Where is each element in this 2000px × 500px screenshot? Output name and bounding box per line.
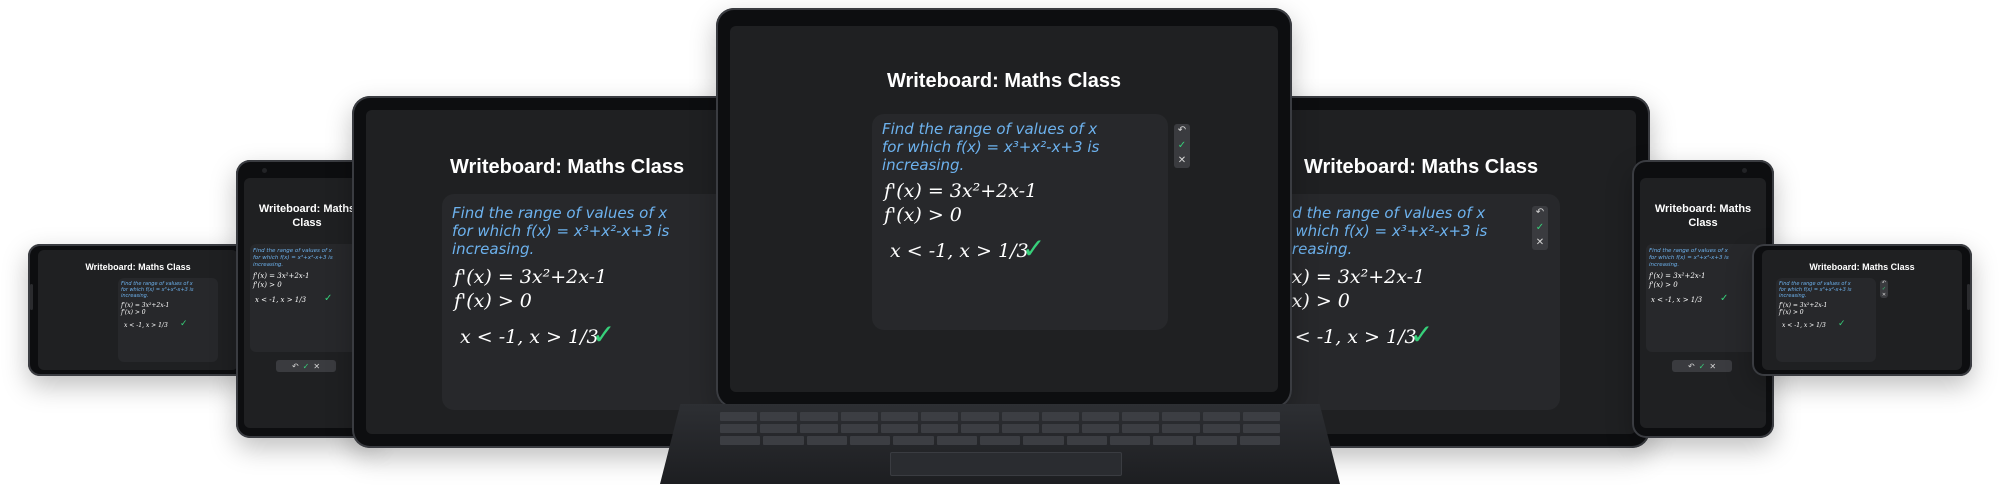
check-icon[interactable]: ✓ bbox=[1882, 286, 1886, 292]
writeboard-canvas[interactable]: Find the range of values of x for which … bbox=[118, 278, 218, 362]
correct-tick-icon: ✓ bbox=[1022, 232, 1046, 265]
working-answer: x < -1, x > 1/3 bbox=[1782, 322, 1826, 329]
writeboard-canvas[interactable]: Find the range of values of x for which … bbox=[1646, 244, 1760, 352]
board-toolbar: ↶ ✓ ✕ bbox=[1532, 206, 1548, 250]
close-icon[interactable]: ✕ bbox=[1709, 362, 1716, 371]
key-row bbox=[720, 424, 1281, 433]
board-toolbar: ↶ ✓ ✕ bbox=[1880, 280, 1888, 298]
question-line-2: for which f(x) = x³+x²-x+3 is bbox=[1649, 255, 1729, 261]
tablet-right: Writeboard: Maths Class Find the range o… bbox=[1266, 96, 1650, 448]
question-line-2: for which f(x) = x³+x²-x+3 is bbox=[1280, 222, 1488, 240]
app-title: Writeboard: Maths Class bbox=[450, 156, 685, 178]
correct-tick-icon: ✓ bbox=[1720, 293, 1729, 304]
board-toolbar: ↶ ✓ ✕ bbox=[276, 360, 336, 372]
writeboard-canvas[interactable]: Find the range of values of x for which … bbox=[442, 194, 722, 410]
front-camera bbox=[1742, 168, 1747, 173]
working-answer: x < -1, x > 1/3 bbox=[255, 296, 307, 304]
close-icon[interactable]: ✕ bbox=[1882, 292, 1886, 298]
check-icon[interactable]: ✓ bbox=[303, 362, 310, 371]
phone-landscape-left: Writeboard: Maths Class Find the range o… bbox=[28, 244, 248, 376]
app-title: Writeboard: Maths Class bbox=[1809, 262, 1915, 272]
app-title: Writeboard: Maths Class bbox=[85, 262, 191, 272]
close-icon[interactable]: ✕ bbox=[313, 362, 320, 371]
app-title: Writeboard: Maths Class bbox=[1654, 203, 1752, 229]
question-line-1: Find the range of values of x bbox=[882, 120, 1098, 138]
device-screen: Writeboard: Maths Class Find the range o… bbox=[730, 26, 1278, 392]
app-title: Writeboard: Maths Class bbox=[886, 70, 1122, 92]
device-screen: Writeboard: Maths Class Find the range o… bbox=[366, 110, 722, 434]
working-condition: f'(x) > 0 bbox=[1779, 309, 1804, 316]
key-row bbox=[720, 436, 1281, 445]
undo-icon[interactable]: ↶ bbox=[292, 362, 299, 371]
question-line-2: for which f(x) = x³+x²-x+3 is bbox=[882, 138, 1100, 156]
key-row bbox=[720, 412, 1281, 421]
check-icon[interactable]: ✓ bbox=[1536, 222, 1544, 233]
question-line-2: for which f(x) = x³+x²-x+3 is bbox=[253, 255, 333, 261]
working-answer: x < -1, x > 1/3 bbox=[1651, 296, 1703, 304]
undo-icon[interactable]: ↶ bbox=[1178, 126, 1186, 136]
question-line-2: for which f(x) = x³+x²-x+3 is bbox=[452, 222, 670, 240]
writeboard-canvas[interactable]: Find the range of values of x for which … bbox=[1776, 278, 1876, 362]
working-derivative: f'(x) = 3x²+2x-1 bbox=[884, 180, 1038, 202]
working-answer: x < -1, x > 1/3 bbox=[1280, 326, 1417, 348]
question-line-3: increasing. bbox=[121, 293, 149, 299]
board-toolbar: ↶ ✓ ✕ bbox=[1672, 360, 1732, 372]
device-screen: Writeboard: Maths Class Find the range o… bbox=[1280, 110, 1636, 434]
volume-button bbox=[30, 284, 33, 310]
question-line-1: Find the range of values of x bbox=[253, 248, 332, 254]
correct-tick-icon: ✓ bbox=[324, 293, 333, 304]
working-answer: x < -1, x > 1/3 bbox=[124, 322, 168, 329]
working-derivative: f'(x) = 3x²+2x-1 bbox=[1779, 302, 1828, 309]
app-title: Writeboard: Maths Class bbox=[1304, 156, 1539, 178]
question-line-3: increasing. bbox=[1649, 262, 1680, 268]
phone-landscape-right: Writeboard: Maths Class Find the range o… bbox=[1752, 244, 1972, 376]
correct-tick-icon: ✓ bbox=[592, 318, 616, 351]
undo-icon[interactable]: ↶ bbox=[1882, 280, 1886, 286]
close-icon[interactable]: ✕ bbox=[1536, 237, 1544, 248]
laptop-center: Writeboard: Maths Class Find the range o… bbox=[716, 8, 1292, 408]
correct-tick-icon: ✓ bbox=[180, 319, 188, 329]
undo-icon[interactable]: ↶ bbox=[1688, 362, 1695, 371]
close-icon[interactable]: ✕ bbox=[1178, 155, 1186, 166]
question-line-3: increasing. bbox=[882, 156, 965, 174]
check-icon[interactable]: ✓ bbox=[1178, 140, 1186, 151]
tablet-left: Writeboard: Maths Class Find the range o… bbox=[352, 96, 736, 448]
front-camera bbox=[262, 168, 267, 173]
question-line-1: Find the range of values of x bbox=[452, 204, 668, 222]
volume-button bbox=[1967, 284, 1970, 310]
device-screen: Writeboard: Maths Class Find the range o… bbox=[1762, 250, 1962, 370]
question-line-1: Find the range of values of x bbox=[1280, 204, 1486, 222]
working-derivative: f'(x) = 3x²+2x-1 bbox=[454, 266, 608, 288]
device-screen: Writeboard: Maths Class Find the range o… bbox=[38, 250, 238, 370]
question-line-3: increasing. bbox=[1779, 293, 1807, 299]
working-derivative: f'(x) = 3x²+2x-1 bbox=[1649, 272, 1706, 280]
working-derivative: f'(x) = 3x²+2x-1 bbox=[1280, 266, 1426, 288]
correct-tick-icon: ✓ bbox=[1838, 319, 1846, 329]
working-answer: x < -1, x > 1/3 bbox=[890, 240, 1029, 262]
writeboard-canvas[interactable]: Find the range of values of x for which … bbox=[1280, 194, 1560, 410]
working-condition: f'(x) > 0 bbox=[253, 281, 282, 289]
working-condition: f'(x) > 0 bbox=[1649, 281, 1678, 289]
correct-tick-icon: ✓ bbox=[1410, 318, 1434, 351]
device-screen: Writeboard: Maths Class Find the range o… bbox=[1640, 178, 1766, 428]
writeboard-canvas[interactable]: Find the range of values of x for which … bbox=[250, 244, 364, 352]
trackpad[interactable] bbox=[890, 452, 1122, 476]
question-line-3: increasing. bbox=[452, 240, 535, 258]
check-icon[interactable]: ✓ bbox=[1699, 362, 1706, 371]
working-condition: f'(x) > 0 bbox=[884, 204, 962, 226]
question-line-1: Find the range of values of x bbox=[1649, 248, 1728, 254]
working-condition: f'(x) > 0 bbox=[454, 290, 532, 312]
writeboard-canvas[interactable]: Find the range of values of x for which … bbox=[872, 114, 1168, 330]
board-toolbar: ↶ ✓ ✕ bbox=[1174, 124, 1190, 168]
question-line-3: increasing. bbox=[253, 262, 284, 268]
working-derivative: f'(x) = 3x²+2x-1 bbox=[121, 302, 170, 309]
undo-icon[interactable]: ↶ bbox=[1536, 208, 1544, 218]
working-condition: f'(x) > 0 bbox=[121, 309, 146, 316]
working-derivative: f'(x) = 3x²+2x-1 bbox=[253, 272, 310, 280]
working-answer: x < -1, x > 1/3 bbox=[460, 326, 599, 348]
